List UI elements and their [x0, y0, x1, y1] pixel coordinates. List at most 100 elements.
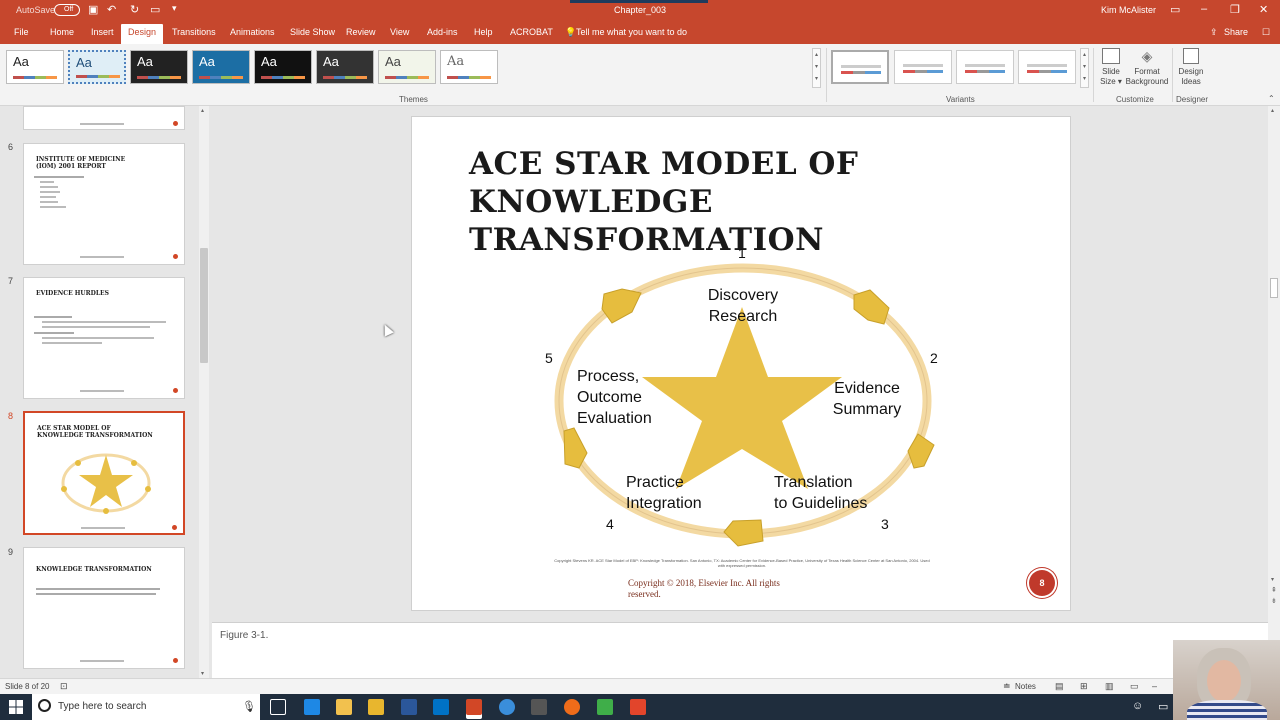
tab-review[interactable]: Review — [346, 27, 376, 37]
tab-insert[interactable]: Insert — [91, 27, 114, 37]
reading-view-icon[interactable]: ▥ — [1105, 681, 1114, 692]
user-name[interactable]: Kim McAlister — [1101, 5, 1156, 15]
theme-ion[interactable]: Aa — [130, 50, 188, 84]
scroll-down-icon[interactable]: ▾ — [201, 670, 204, 677]
slide-size-button[interactable]: Slide Size ▾ — [1097, 48, 1125, 87]
paint-bucket-icon: ◈ — [1141, 48, 1153, 64]
slide-number-8: 8 — [8, 411, 14, 421]
powerpoint-icon[interactable] — [466, 699, 482, 715]
design-ideas-button[interactable]: Design Ideas — [1176, 48, 1206, 87]
design-ribbon: Aa Aa Aa Aa Aa Aa Aa Aa ▴ ▾ ▾ Themes ▴ ▾ ▾ V… — [0, 44, 1280, 106]
editor-scrollbar[interactable]: ▴ ▾ ⇞ ⇟ — [1268, 106, 1280, 678]
slide-size-icon — [1102, 48, 1120, 64]
stage-translation-guidelines: Translation to Guidelines — [774, 474, 868, 512]
start-from-beginning-icon[interactable]: ▭ — [150, 3, 160, 16]
firefox-icon[interactable] — [564, 699, 580, 715]
variant-2[interactable] — [894, 50, 952, 84]
scroll-down-icon[interactable]: ▾ — [1271, 576, 1274, 583]
microphone-icon[interactable]: 🎙 — [242, 700, 256, 713]
theme-organic[interactable]: Aa — [378, 50, 436, 84]
tab-slide-show[interactable]: Slide Show — [290, 27, 335, 37]
scrollbar-thumb[interactable] — [200, 248, 208, 363]
webcam-person-shirt — [1187, 700, 1267, 720]
format-background-button[interactable]: ◈ Format Background — [1125, 48, 1169, 87]
close-icon[interactable]: ✕ — [1259, 3, 1268, 16]
tab-home[interactable]: Home — [50, 27, 74, 37]
word-icon[interactable] — [401, 699, 417, 715]
windows-start-icon[interactable] — [9, 700, 23, 714]
internet-explorer-icon[interactable] — [499, 699, 515, 715]
theme-retrospect[interactable]: Aa — [192, 50, 250, 84]
autosave-toggle[interactable]: Off — [54, 4, 80, 16]
file-explorer-icon[interactable] — [336, 699, 352, 715]
tab-design[interactable]: Design — [121, 24, 164, 44]
thumbnail-bullets — [34, 316, 174, 347]
tab-animations[interactable]: Animations — [230, 27, 275, 37]
slideshow-view-icon[interactable]: ▭ — [1130, 681, 1139, 692]
camtasia-recorder-icon[interactable] — [630, 699, 646, 715]
notes-text[interactable]: Figure 3-1. — [220, 630, 268, 641]
variant-4[interactable] — [1018, 50, 1076, 84]
slide-thumbnail-9[interactable]: KNOWLEDGE TRANSFORMATION — [23, 547, 185, 669]
ribbon-display-icon[interactable]: ▭ — [1170, 3, 1180, 16]
outlook-icon[interactable] — [433, 699, 449, 715]
theme-office[interactable]: Aa — [6, 50, 64, 84]
taskbar-search-box[interactable]: Type here to search 🎙 — [32, 694, 260, 720]
variant-1[interactable] — [831, 50, 889, 84]
theme-slate[interactable]: Aa — [316, 50, 374, 84]
camtasia-icon[interactable] — [597, 699, 613, 715]
comments-icon[interactable]: ☐ — [1262, 27, 1270, 38]
scroll-up-icon[interactable]: ▴ — [201, 107, 204, 114]
normal-view-icon[interactable]: ▤ — [1055, 681, 1064, 692]
theme-wisp[interactable]: Aa — [254, 50, 312, 84]
pentagon-arrow-3 — [907, 433, 935, 469]
slide-title[interactable]: ACE STAR MODEL OF KNOWLEDGE TRANSFORMATI… — [469, 145, 989, 259]
variants-scrollbar[interactable]: ▴ ▾ ▾ — [1080, 48, 1089, 88]
slide-sorter-icon[interactable]: ⊞ — [1080, 681, 1088, 692]
redo-icon[interactable]: ↻ — [130, 3, 139, 16]
themes-scrollbar[interactable]: ▴ ▾ ▾ — [812, 48, 821, 88]
save-icon[interactable]: ▣ — [88, 3, 98, 16]
variant-3[interactable] — [956, 50, 1014, 84]
slide-thumbnail-5[interactable] — [23, 106, 185, 130]
notes-pane[interactable]: Figure 3-1. — [212, 622, 1268, 678]
tab-transitions[interactable]: Transitions — [172, 27, 216, 37]
edge-icon[interactable] — [304, 699, 320, 715]
group-divider — [1093, 48, 1094, 102]
slide-number-7: 7 — [8, 276, 14, 286]
scrollbar-thumb[interactable] — [1270, 278, 1278, 298]
tab-help[interactable]: Help — [474, 27, 493, 37]
restore-icon[interactable]: ❐ — [1230, 3, 1240, 16]
collapse-ribbon-icon[interactable]: ⌃ — [1268, 94, 1275, 103]
people-icon[interactable]: ☺ — [1132, 700, 1143, 712]
search-icon — [38, 699, 51, 712]
undo-icon[interactable]: ↶ — [107, 3, 116, 16]
thumbnail-bullets — [34, 176, 94, 211]
zoom-out-icon[interactable]: – — [1152, 681, 1157, 691]
tab-view[interactable]: View — [390, 27, 409, 37]
next-slide-icon[interactable]: ⇟ — [1271, 597, 1277, 605]
calculator-icon[interactable] — [531, 699, 547, 715]
share-button[interactable]: Share — [1224, 27, 1248, 37]
theme-facet[interactable]: Aa — [68, 50, 126, 84]
slide-thumbnail-6[interactable]: INSTITUTE OF MEDICINE (IOM) 2001 REPORT — [23, 143, 185, 265]
tab-add-ins[interactable]: Add-ins — [427, 27, 458, 37]
slide-thumbnail-8[interactable]: ACE STAR MODEL OF KNOWLEDGE TRANSFORMATI… — [23, 411, 185, 535]
tab-acrobat[interactable]: ACROBAT — [510, 27, 553, 37]
task-view-icon[interactable] — [270, 699, 286, 715]
store-icon[interactable] — [368, 699, 384, 715]
minimize-icon[interactable]: – — [1201, 3, 1207, 15]
webcam-overlay — [1173, 640, 1280, 720]
slide-thumbnail-7[interactable]: EVIDENCE HURDLES — [23, 277, 185, 399]
tab-file[interactable]: File — [14, 27, 29, 37]
customize-toolbar-icon[interactable]: ▾ — [172, 3, 177, 14]
notes-button[interactable]: Notes — [1015, 682, 1036, 691]
spelling-icon[interactable]: ⊡ — [60, 681, 68, 692]
scroll-up-icon[interactable]: ▴ — [1271, 107, 1274, 114]
tell-me-search[interactable]: Tell me what you want to do — [576, 27, 687, 37]
thumbnails-scrollbar[interactable]: ▴ ▾ — [199, 106, 209, 678]
network-icon[interactable]: ▭ — [1158, 700, 1168, 713]
theme-current[interactable]: Aa — [440, 50, 498, 84]
previous-slide-icon[interactable]: ⇞ — [1271, 586, 1277, 594]
current-slide[interactable]: ACE STAR MODEL OF KNOWLEDGE TRANSFORMATI… — [411, 116, 1071, 611]
